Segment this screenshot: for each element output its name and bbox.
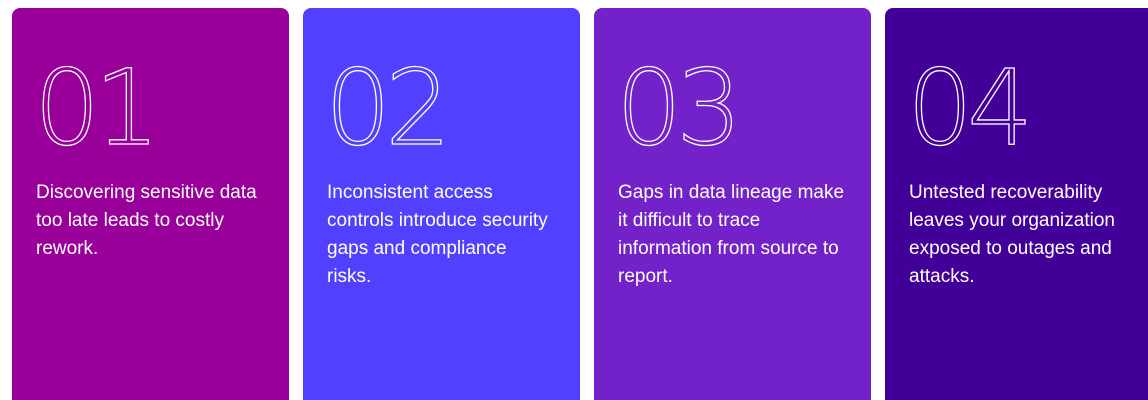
card-number: 03 [615,47,743,169]
card-number: 01 [33,47,161,169]
card-02: 02 Inconsistent access controls introduc… [303,8,580,400]
card-04: 04 Untested recoverability leaves your o… [885,8,1148,400]
card-description: Discovering sensitive data too late lead… [36,182,257,259]
card-description: Gaps in data lineage make it difficult t… [618,182,845,287]
card-description: Untested recoverability leaves your orga… [909,182,1115,287]
card-number: 04 [906,47,1034,169]
card-description: Inconsistent access controls introduce s… [327,182,548,287]
card-number: 02 [324,47,452,169]
challenge-cards: 01 Discovering sensitive data too late l… [0,0,1148,400]
card-01: 01 Discovering sensitive data too late l… [12,8,289,400]
card-03: 03 Gaps in data lineage make it difficul… [594,8,871,400]
